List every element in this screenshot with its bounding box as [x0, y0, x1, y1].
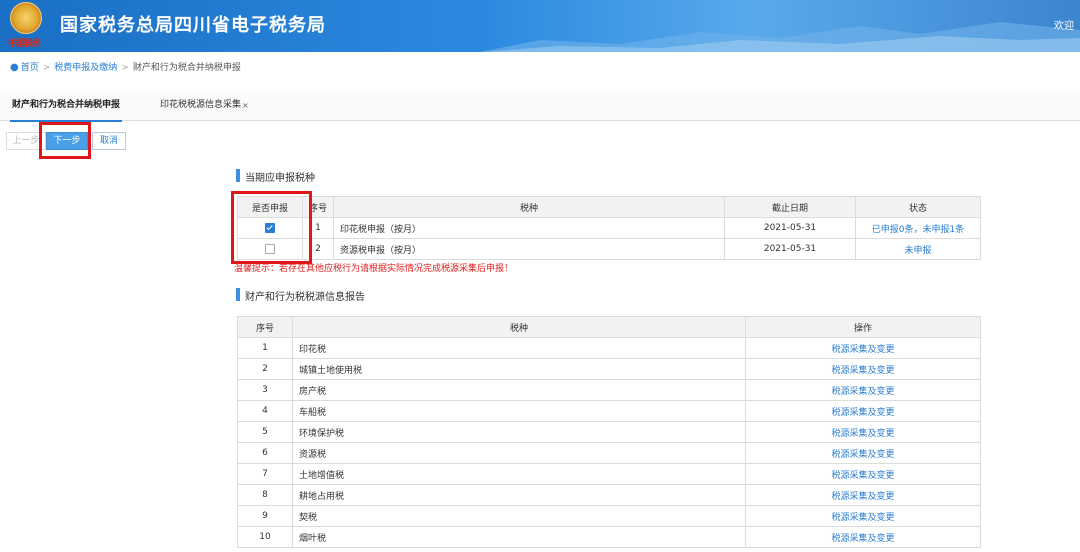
breadcrumb-separator: >	[121, 63, 129, 73]
section-title-current-taxes: 当期应申报税种	[236, 169, 315, 184]
tax-name: 印花税	[292, 337, 746, 359]
deadline: 2021-05-31	[724, 238, 856, 260]
col-header: 税种	[292, 316, 746, 338]
row-number: 4	[237, 400, 293, 422]
highlight-box	[231, 191, 312, 264]
source-collect-link[interactable]: 税源采集及变更	[745, 442, 981, 464]
breadcrumb-current: 财产和行为税合并纳税申报	[132, 63, 241, 73]
table-row: 2 资源税申报（按月） 2021-05-31 未申报	[237, 238, 981, 260]
table-row: 3 房产税 税源采集及变更	[237, 379, 981, 401]
row-number: 1	[237, 337, 293, 359]
tax-name: 契税	[292, 505, 746, 527]
source-collect-link[interactable]: 税源采集及变更	[745, 463, 981, 485]
breadcrumb-home[interactable]: 首页	[21, 63, 39, 73]
tax-name: 城镇土地使用税	[292, 358, 746, 380]
tax-name: 环境保护税	[292, 421, 746, 443]
breadcrumb: ● 首页 > 税费申报及缴纳 > 财产和行为税合并纳税申报	[10, 60, 241, 73]
table-row: 7 土地增值税 税源采集及变更	[237, 463, 981, 485]
source-collect-link[interactable]: 税源采集及变更	[745, 421, 981, 443]
table-header-row: 序号 税种 操作	[237, 316, 981, 338]
tax-name: 土地增值税	[292, 463, 746, 485]
table-row: 8 耕地占用税 税源采集及变更	[237, 484, 981, 506]
table-row: 1 印花税 税源采集及变更	[237, 337, 981, 359]
row-number: 3	[237, 379, 293, 401]
row-number: 8	[237, 484, 293, 506]
source-collect-link[interactable]: 税源采集及变更	[745, 484, 981, 506]
breadcrumb-separator: >	[42, 63, 51, 73]
row-number: 9	[237, 505, 293, 527]
source-collect-link[interactable]: 税源采集及变更	[745, 400, 981, 422]
close-icon[interactable]: ×	[242, 101, 249, 110]
col-header: 截止日期	[724, 196, 856, 218]
table-row: 5 环境保护税 税源采集及变更	[237, 421, 981, 443]
current-taxes-table: 是否申报 序号 税种 截止日期 状态 1 印花税申报（按月） 2021-05-3…	[237, 196, 981, 260]
table-row: 9 契税 税源采集及变更	[237, 505, 981, 527]
warning-text: 温馨提示：若存在其他应税行为请根据实际情况完成税源采集后申报！	[234, 264, 514, 274]
breadcrumb-tax-filing[interactable]: 税费申报及缴纳	[54, 63, 117, 73]
tax-name: 印花税申报（按月）	[333, 217, 725, 239]
table-header-row: 是否申报 序号 税种 截止日期 状态	[237, 196, 981, 218]
mountain-banner-graphic	[480, 22, 1080, 52]
tax-name: 资源税申报（按月）	[333, 238, 725, 260]
source-collect-link[interactable]: 税源采集及变更	[745, 526, 981, 548]
source-report-table: 序号 税种 操作 1 印花税 税源采集及变更 2 城镇土地使用税 税源采集及变更 3 房产税税…	[237, 316, 981, 548]
emblem-caption: 中国税务	[8, 39, 41, 49]
row-number: 10	[237, 526, 293, 548]
tab-label: 印花税税源信息采集	[160, 100, 242, 110]
source-collect-link[interactable]: 税源采集及变更	[745, 337, 981, 359]
cancel-button[interactable]: 取消	[92, 132, 126, 150]
tax-name: 资源税	[292, 442, 746, 464]
table-row: 4 车船税 税源采集及变更	[237, 400, 981, 422]
tax-name: 耕地占用税	[292, 484, 746, 506]
source-collect-link[interactable]: 税源采集及变更	[745, 379, 981, 401]
section-title-source-report: 财产和行为税税源信息报告	[236, 288, 365, 303]
col-header: 序号	[237, 316, 293, 338]
source-rows: 1 印花税 税源采集及变更 2 城镇土地使用税 税源采集及变更 3 房产税 税源采集及变更 4 车船…	[237, 337, 981, 548]
col-header: 操作	[745, 316, 981, 338]
location-pin-icon: ●	[10, 62, 19, 73]
site-header: 中国税务 国家税务总局四川省电子税务局 欢迎	[0, 0, 1080, 52]
tab-combined-filing[interactable]: 财产和行为税合并纳税申报	[10, 91, 123, 122]
highlight-box	[39, 122, 91, 159]
source-collect-link[interactable]: 税源采集及变更	[745, 505, 981, 527]
status-link[interactable]: 未申报	[855, 238, 981, 260]
col-header: 状态	[855, 196, 981, 218]
row-number: 5	[237, 421, 293, 443]
source-collect-link[interactable]: 税源采集及变更	[745, 358, 981, 380]
welcome-text: 欢迎	[1054, 21, 1074, 32]
table-row: 10 烟叶税 税源采集及变更	[237, 526, 981, 548]
tax-name: 烟叶税	[292, 526, 746, 548]
deadline: 2021-05-31	[724, 217, 856, 239]
col-header: 税种	[333, 196, 725, 218]
row-number: 6	[237, 442, 293, 464]
status-link[interactable]: 已申报0条，未申报1条	[855, 217, 981, 239]
tax-name: 车船税	[292, 400, 746, 422]
site-title: 国家税务总局四川省电子税务局	[60, 15, 326, 36]
table-row: 6 资源税 税源采集及变更	[237, 442, 981, 464]
tax-emblem-icon	[10, 2, 42, 34]
tab-stamp-tax-collection[interactable]: 印花税税源信息采集×	[158, 91, 251, 120]
tab-bar: 财产和行为税合并纳税申报 印花税税源信息采集×	[0, 91, 1080, 122]
table-row: 1 印花税申报（按月） 2021-05-31 已申报0条，未申报1条	[237, 217, 981, 239]
row-number: 2	[237, 358, 293, 380]
row-number: 7	[237, 463, 293, 485]
tax-name: 房产税	[292, 379, 746, 401]
table-row: 2 城镇土地使用税 税源采集及变更	[237, 358, 981, 380]
tab-label: 财产和行为税合并纳税申报	[12, 100, 121, 110]
